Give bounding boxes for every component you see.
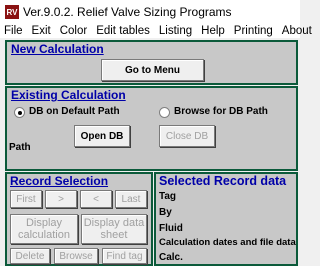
browse-path-radio-label[interactable]: Browse for DB Path (174, 106, 268, 117)
existing-calculation-title: Existing Calculation (11, 88, 126, 102)
existing-calculation-panel: Existing Calculation DB on Default Path … (5, 86, 298, 171)
calculation-dates-label: Calculation dates and file data (159, 237, 296, 248)
find-tag-button: Find tag (102, 248, 147, 264)
new-calculation-panel: New Calculation Go to Menu (5, 40, 298, 85)
menu-help[interactable]: Help (197, 25, 230, 37)
path-label: Path (9, 142, 31, 153)
title-bar: RV Ver.9.0.2. Relief Valve Sizing Progra… (0, 0, 300, 24)
menu-file[interactable]: File (0, 25, 28, 37)
display-calculation-button: Display calculation (10, 214, 78, 244)
new-calculation-title: New Calculation (11, 42, 104, 56)
browse-button: Browse (54, 248, 98, 264)
delete-button: Delete (10, 248, 50, 264)
selected-record-title: Selected Record data (159, 174, 287, 188)
display-data-sheet-button: Display data sheet (81, 214, 147, 244)
tag-label: Tag (159, 191, 177, 202)
window-title: Ver.9.0.2. Relief Valve Sizing Programs (23, 5, 232, 19)
menu-exit[interactable]: Exit (28, 25, 56, 37)
app-icon: RV (5, 5, 19, 19)
browse-path-radio[interactable] (159, 107, 170, 118)
menu-listing[interactable]: Listing (155, 25, 197, 37)
selected-record-panel: Selected Record data Tag By Fluid Calcul… (154, 172, 298, 266)
menu-bar: File Exit Color Edit tables Listing Help… (0, 24, 312, 38)
fluid-label: Fluid (159, 223, 183, 234)
record-selection-panel: Record Selection First > < Last Display … (5, 172, 153, 266)
menu-about[interactable]: About (278, 25, 317, 37)
menu-edit-tables[interactable]: Edit tables (92, 25, 155, 37)
prev-record-button: < (80, 190, 112, 208)
open-db-button[interactable]: Open DB (74, 125, 130, 147)
first-record-button: First (10, 190, 42, 208)
go-to-menu-button[interactable]: Go to Menu (101, 59, 204, 81)
record-selection-title: Record Selection (10, 174, 109, 188)
next-record-button: > (45, 190, 77, 208)
close-db-button: Close DB (159, 125, 215, 147)
menu-color[interactable]: Color (56, 25, 92, 37)
default-path-radio[interactable] (14, 107, 25, 118)
menu-printing[interactable]: Printing (230, 25, 278, 37)
last-record-button: Last (115, 190, 147, 208)
default-path-radio-label[interactable]: DB on Default Path (29, 106, 120, 117)
by-label: By (159, 207, 172, 218)
calc-label: Calc. (159, 252, 183, 263)
